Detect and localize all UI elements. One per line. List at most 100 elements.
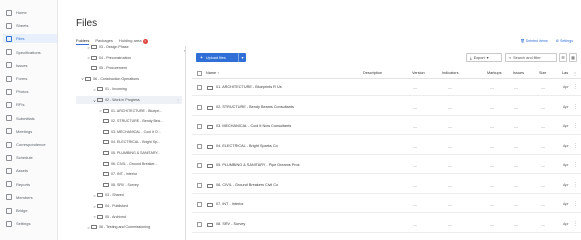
column-header-name[interactable]: Name ↑ — [206, 71, 219, 75]
empty-cell: — — [448, 124, 452, 129]
folder-name-link[interactable]: 04. ELECTRICAL - Bright Sparks Co — [216, 144, 278, 148]
tree-folder[interactable]: v 02 - Work in Progress ⋮ — [76, 96, 182, 104]
sidebar-item-sheets[interactable]: Sheets — [3, 21, 57, 30]
sidebar-item-forms[interactable]: Forms — [3, 74, 57, 83]
row-more-options-icon[interactable]: ⋮ — [573, 221, 578, 227]
folder-name-link[interactable]: 03. MECHANICAL - Cool It Now Consultants — [216, 124, 291, 128]
tree-folder-label: 05 - Archived — [105, 214, 126, 219]
collapse-tree-handle[interactable]: ‹ — [184, 48, 187, 53]
list-view-button[interactable]: ☰ — [559, 53, 567, 62]
assets-icon — [6, 167, 12, 174]
row-checkbox[interactable] — [197, 202, 202, 207]
tree-folder[interactable]: 08. SRV - Survey — [76, 181, 182, 189]
row-checkbox[interactable] — [197, 143, 202, 149]
settings-link[interactable]: ⚙ Settings — [556, 39, 573, 43]
table-row[interactable]: 06. CIVIL - Ground Breakers Civil Co — — — —… — [192, 178, 581, 194]
sidebar-item-members[interactable]: Members — [3, 193, 57, 202]
sidebar-item-label: Photos — [16, 89, 29, 95]
deleted-items-link[interactable]: 🗑 Deleted items — [520, 39, 548, 43]
row-more-options-icon[interactable]: ⋮ — [573, 182, 578, 188]
tree-folder[interactable]: 07. INT - Interior — [76, 170, 182, 178]
tree-folder[interactable]: >03 - Shared — [76, 191, 182, 199]
table-row[interactable]: 08. SRV - Survey — — — — — Apr ⋮ — [192, 217, 581, 233]
row-more-options-icon[interactable]: ⋮ — [573, 123, 578, 129]
tree-folder[interactable]: 06. CIVIL - Ground Breaker... — [76, 160, 182, 168]
sidebar-item-files[interactable]: Files — [3, 34, 57, 44]
chevron-down-icon[interactable]: ▾ — [239, 55, 246, 60]
folder-name-link[interactable]: 06. CIVIL - Ground Breakers Civil Co — [216, 183, 278, 187]
column-settings-icon[interactable]: ⋮ — [573, 71, 577, 76]
row-checkbox[interactable] — [197, 124, 202, 129]
table-row[interactable]: 07. INT - Interior — — — — — Apr ⋮ — [192, 197, 581, 213]
rfis-icon — [6, 101, 12, 108]
sidebar-item-photos[interactable]: Photos — [3, 87, 57, 96]
sidebar-item-specifications[interactable]: Specifications — [3, 48, 57, 57]
home-icon — [6, 9, 12, 16]
folder-name-link[interactable]: 08. SRV - Survey — [216, 222, 245, 226]
export-button[interactable]: ⤓ Export ▾ — [466, 53, 502, 62]
tree-folder[interactable]: >04 - Published — [76, 202, 182, 210]
row-checkbox[interactable] — [197, 104, 202, 110]
folder-name-link[interactable]: 05. PLUMBING & SANITARY - Pipe Dreams Pr… — [216, 163, 300, 167]
folder-icon — [97, 214, 103, 219]
sidebar-item-correspondence[interactable]: Correspondence — [3, 140, 57, 149]
row-checkbox[interactable] — [197, 182, 202, 188]
row-more-options-icon[interactable]: ⋮ — [573, 162, 578, 168]
row-checkbox[interactable] — [197, 163, 202, 168]
last-modified-cell: Apr — [563, 104, 569, 109]
column-header-indicators[interactable]: Indicators — [442, 71, 458, 75]
table-row[interactable]: 02. STRUCTURE - Bendy Beams Consultants —… — [192, 100, 581, 116]
sidebar-item-settings[interactable]: Settings — [3, 219, 57, 228]
column-header-issues[interactable]: Issues — [513, 71, 524, 75]
tree-folder[interactable]: >05 - Archived — [76, 213, 182, 221]
tree-folder[interactable]: v 06 - Construction Operations — [76, 75, 182, 83]
tree-folder[interactable]: 04. ELECTRICAL - Bright Sp... — [76, 138, 182, 146]
sidebar-item-issues[interactable]: Issues — [3, 61, 57, 70]
table-row[interactable]: 05. PLUMBING & SANITARY - Pipe Dreams Pr… — [192, 158, 581, 174]
folder-icon — [91, 45, 97, 49]
folder-name-link[interactable]: 01. ARCHITECTURE - Blueprints R Us — [216, 85, 282, 89]
more-options-icon[interactable]: ⋮ — [176, 98, 180, 103]
tree-folder[interactable]: >08 - Testing and Commissioning — [76, 223, 182, 231]
column-header-description[interactable]: Description — [363, 71, 382, 75]
table-row[interactable]: 03. MECHANICAL - Cool It Now Consultants… — [192, 119, 581, 135]
select-all-checkbox[interactable] — [197, 71, 202, 76]
sidebar-item-reports[interactable]: Reports — [3, 180, 57, 189]
table-row[interactable]: 04. ELECTRICAL - Bright Sparks Co — — — — — Ap… — [192, 139, 581, 155]
row-more-options-icon[interactable]: ⋮ — [573, 201, 578, 207]
table-row[interactable]: 01. ARCHITECTURE - Blueprints R Us — — — — — A… — [192, 80, 581, 96]
sidebar-item-meetings[interactable]: Meetings — [3, 127, 57, 136]
sidebar-item-rfis[interactable]: RFIs — [3, 100, 57, 109]
folder-name-link[interactable]: 02. STRUCTURE - Bendy Beams Consultants — [216, 105, 294, 109]
tree-folder[interactable]: 02. STRUCTURE - Bendy Bea... — [76, 117, 182, 125]
bridge-icon — [6, 207, 12, 214]
search-input[interactable]: ⌕ Search and filter — [505, 53, 557, 62]
panel-splitter[interactable] — [185, 46, 186, 240]
row-checkbox[interactable] — [197, 221, 202, 227]
upload-files-button[interactable]: + Upload files ▾ — [196, 53, 246, 62]
column-header-version[interactable]: Version — [412, 71, 425, 75]
column-header-size[interactable]: Size — [539, 71, 546, 75]
settings-icon — [6, 220, 12, 227]
sidebar-item-assets[interactable]: Assets — [3, 166, 57, 175]
sidebar-item-bridge[interactable]: Bridge — [3, 206, 57, 215]
sidebar-item-submittals[interactable]: Submittals — [3, 114, 57, 123]
empty-cell: — — [490, 143, 494, 149]
tree-folder[interactable]: >04 - Preconstruction — [76, 54, 182, 62]
tree-folder[interactable]: 03. MECHANICAL - Cool It O... — [76, 128, 182, 136]
tree-folder[interactable]: 05 - Procurement — [76, 64, 182, 72]
grid-view-button[interactable]: ▦ — [569, 53, 577, 62]
tree-folder[interactable]: 05. PLUMBING & SANITARY... — [76, 149, 182, 157]
row-more-options-icon[interactable]: ⋮ — [573, 84, 578, 90]
sidebar-item-schedule[interactable]: Schedule — [3, 153, 57, 162]
tree-folder[interactable]: >03 - Design Phase — [76, 44, 182, 51]
column-header-last-modified[interactable]: Las — [562, 71, 568, 75]
row-more-options-icon[interactable]: ⋮ — [573, 143, 578, 149]
column-header-markups[interactable]: Markups — [487, 71, 502, 75]
sidebar-item-home[interactable]: Home — [3, 8, 57, 17]
tree-folder[interactable]: >01 - Incoming — [76, 85, 182, 93]
folder-name-link[interactable]: 07. INT - Interior — [216, 202, 244, 206]
row-checkbox[interactable] — [197, 85, 202, 90]
row-more-options-icon[interactable]: ⋮ — [573, 104, 578, 110]
tree-folder[interactable]: >01. ARCHITECTURE - Bluepri... — [76, 107, 182, 115]
